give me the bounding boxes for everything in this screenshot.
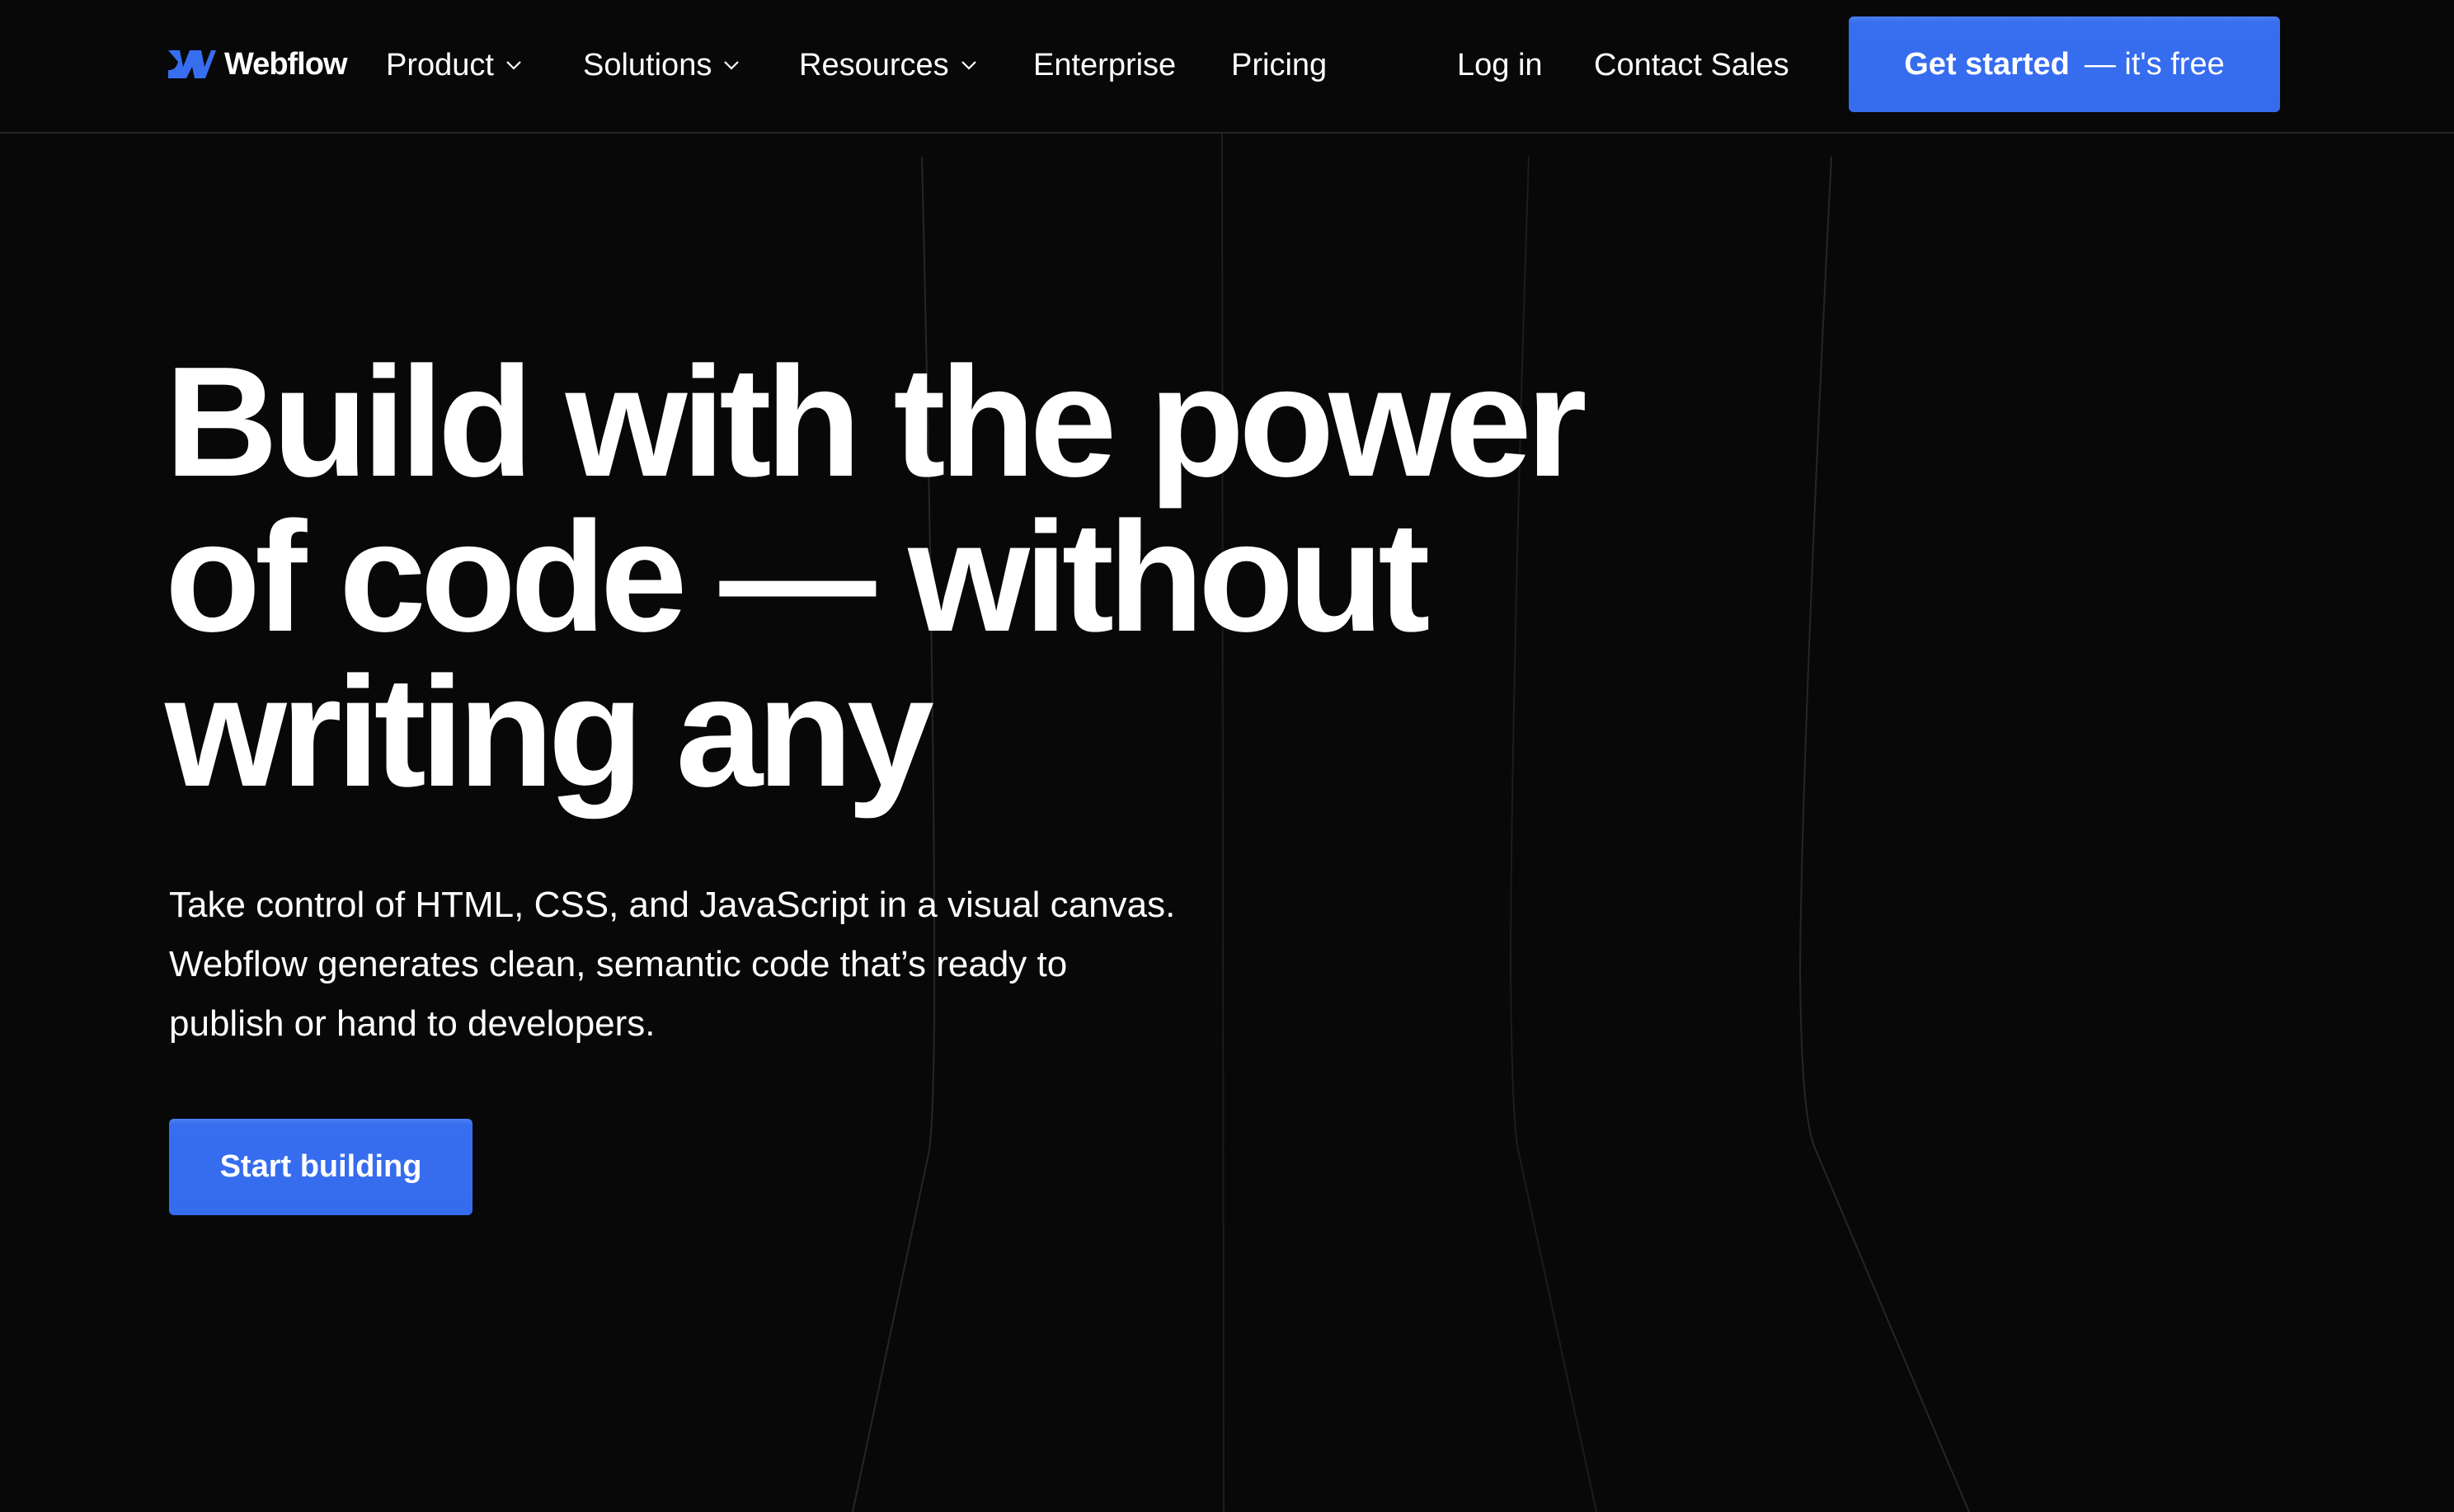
login-link[interactable]: Log in — [1457, 43, 1543, 87]
nav-enterprise-label: Enterprise — [1033, 47, 1177, 82]
nav-solutions-label: Solutions — [583, 47, 712, 82]
get-started-label: Get started — [1904, 46, 2070, 82]
webflow-logo[interactable]: Webflow — [168, 46, 348, 82]
chevron-down-icon — [961, 61, 976, 70]
start-building-button[interactable]: Start building — [169, 1119, 472, 1215]
hero-title-line: of code — without — [165, 490, 1430, 664]
nav-resources-label: Resources — [799, 47, 949, 82]
top-navigation: Webflow Product Solutions Resources Ente… — [0, 0, 2454, 134]
hero-subtitle-line: Take control of HTML, CSS, and JavaScrip… — [169, 885, 1176, 925]
nav-product-label: Product — [386, 47, 494, 82]
chevron-down-icon — [506, 61, 521, 70]
nav-resources[interactable]: Resources — [799, 43, 977, 87]
nav-pricing-label: Pricing — [1231, 47, 1328, 82]
get-started-free-label: — it's free — [2084, 46, 2225, 82]
nav-pricing[interactable]: Pricing — [1231, 43, 1327, 87]
hero-subtitle: Take control of HTML, CSS, and JavaScrip… — [169, 876, 1323, 1054]
logo-text: Webflow — [224, 46, 348, 82]
hero-title-line: Build with the power — [165, 335, 1587, 509]
webflow-w-logo-icon — [168, 50, 216, 78]
nav-product[interactable]: Product — [386, 43, 522, 87]
contact-sales-link[interactable]: Contact Sales — [1594, 43, 1789, 87]
hero-subtitle-line: publish or hand to developers. — [169, 1003, 656, 1044]
hero-title-line: writing any — [165, 645, 934, 819]
decor-line-4 — [1798, 156, 1970, 1512]
hero-title: Build with the power of code — without w… — [165, 335, 1587, 819]
login-label: Log in — [1457, 47, 1543, 82]
start-building-label: Start building — [219, 1149, 422, 1184]
hero-subtitle-line: Webflow generates clean, semantic code t… — [169, 944, 1068, 984]
nav-solutions[interactable]: Solutions — [583, 43, 740, 87]
chevron-down-icon — [724, 61, 740, 70]
get-started-button[interactable]: Get started — it's free — [1849, 16, 2280, 112]
nav-enterprise[interactable]: Enterprise — [1033, 43, 1176, 87]
contact-sales-label: Contact Sales — [1594, 47, 1789, 82]
